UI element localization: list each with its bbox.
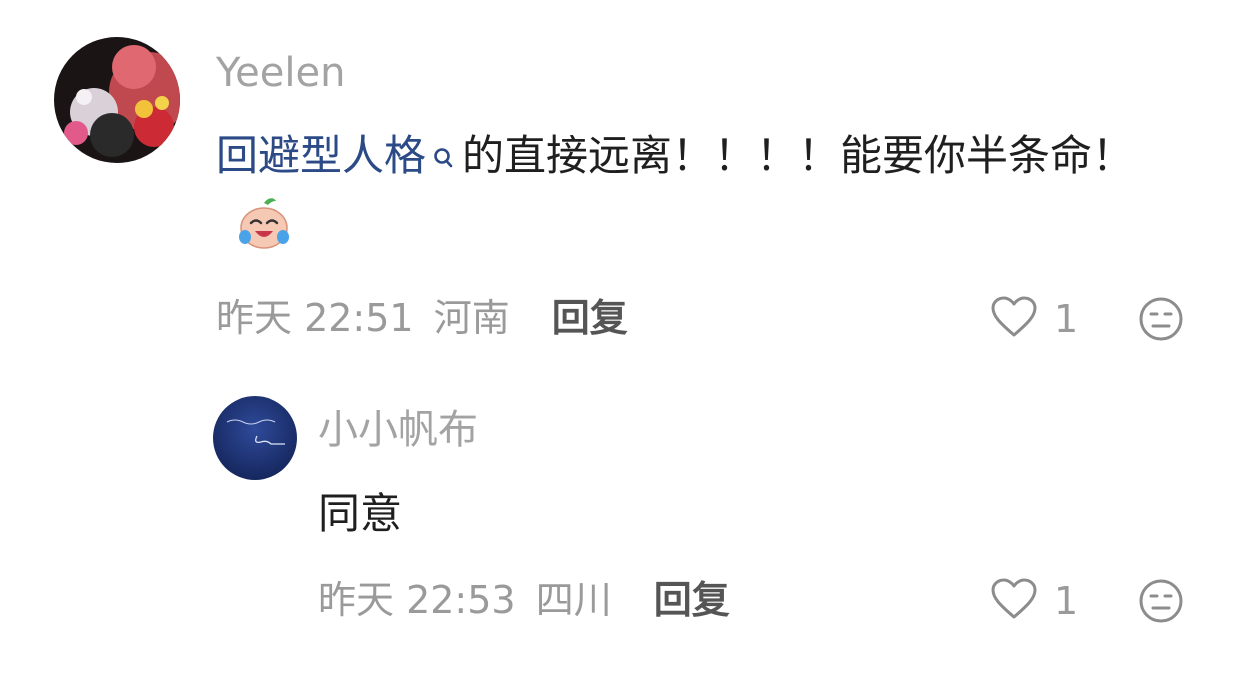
comment-item: Yeelen 回避型人格 的直接远离！！！！能要你半条命！ 昨天 22:51 河南… <box>0 0 1260 360</box>
dislike-face-icon[interactable] <box>1138 578 1184 624</box>
comment-body: 的直接远离！！！！能要你半条命！ <box>462 131 1135 180</box>
like-count: 1 <box>1054 297 1079 341</box>
comment-meta: 昨天 22:53 四川 回复 <box>318 577 730 623</box>
user-avatar-icon <box>213 396 297 480</box>
location: 河南 <box>433 296 510 340</box>
username[interactable]: Yeelen <box>216 49 345 97</box>
reply-button[interactable]: 回复 <box>654 578 730 622</box>
topic-link[interactable]: 回避型人格 <box>216 131 426 180</box>
comment-meta: 昨天 22:51 河南 回复 <box>216 295 628 341</box>
dislike-face-icon[interactable] <box>1138 296 1184 342</box>
like-button[interactable]: 1 <box>990 577 1078 625</box>
heart-icon <box>990 295 1038 343</box>
avatar[interactable] <box>213 396 297 480</box>
comment-text: 同意 <box>318 489 403 538</box>
user-avatar-icon <box>54 37 180 163</box>
reply-button[interactable]: 回复 <box>552 296 628 340</box>
reply-item: 小小帆布 同意 昨天 22:53 四川 回复 1 <box>0 380 1260 660</box>
location: 四川 <box>535 578 612 622</box>
heart-icon <box>990 577 1038 625</box>
like-count: 1 <box>1054 579 1079 623</box>
comment-text: 回避型人格 的直接远离！！！！能要你半条命！ <box>216 122 1206 258</box>
timestamp: 昨天 22:51 <box>216 296 414 340</box>
like-button[interactable]: 1 <box>990 295 1078 343</box>
username[interactable]: 小小帆布 <box>318 406 478 454</box>
search-icon <box>432 128 454 168</box>
timestamp: 昨天 22:53 <box>318 578 516 622</box>
laugh-cry-emoji-icon <box>236 195 292 251</box>
avatar[interactable] <box>54 37 180 163</box>
